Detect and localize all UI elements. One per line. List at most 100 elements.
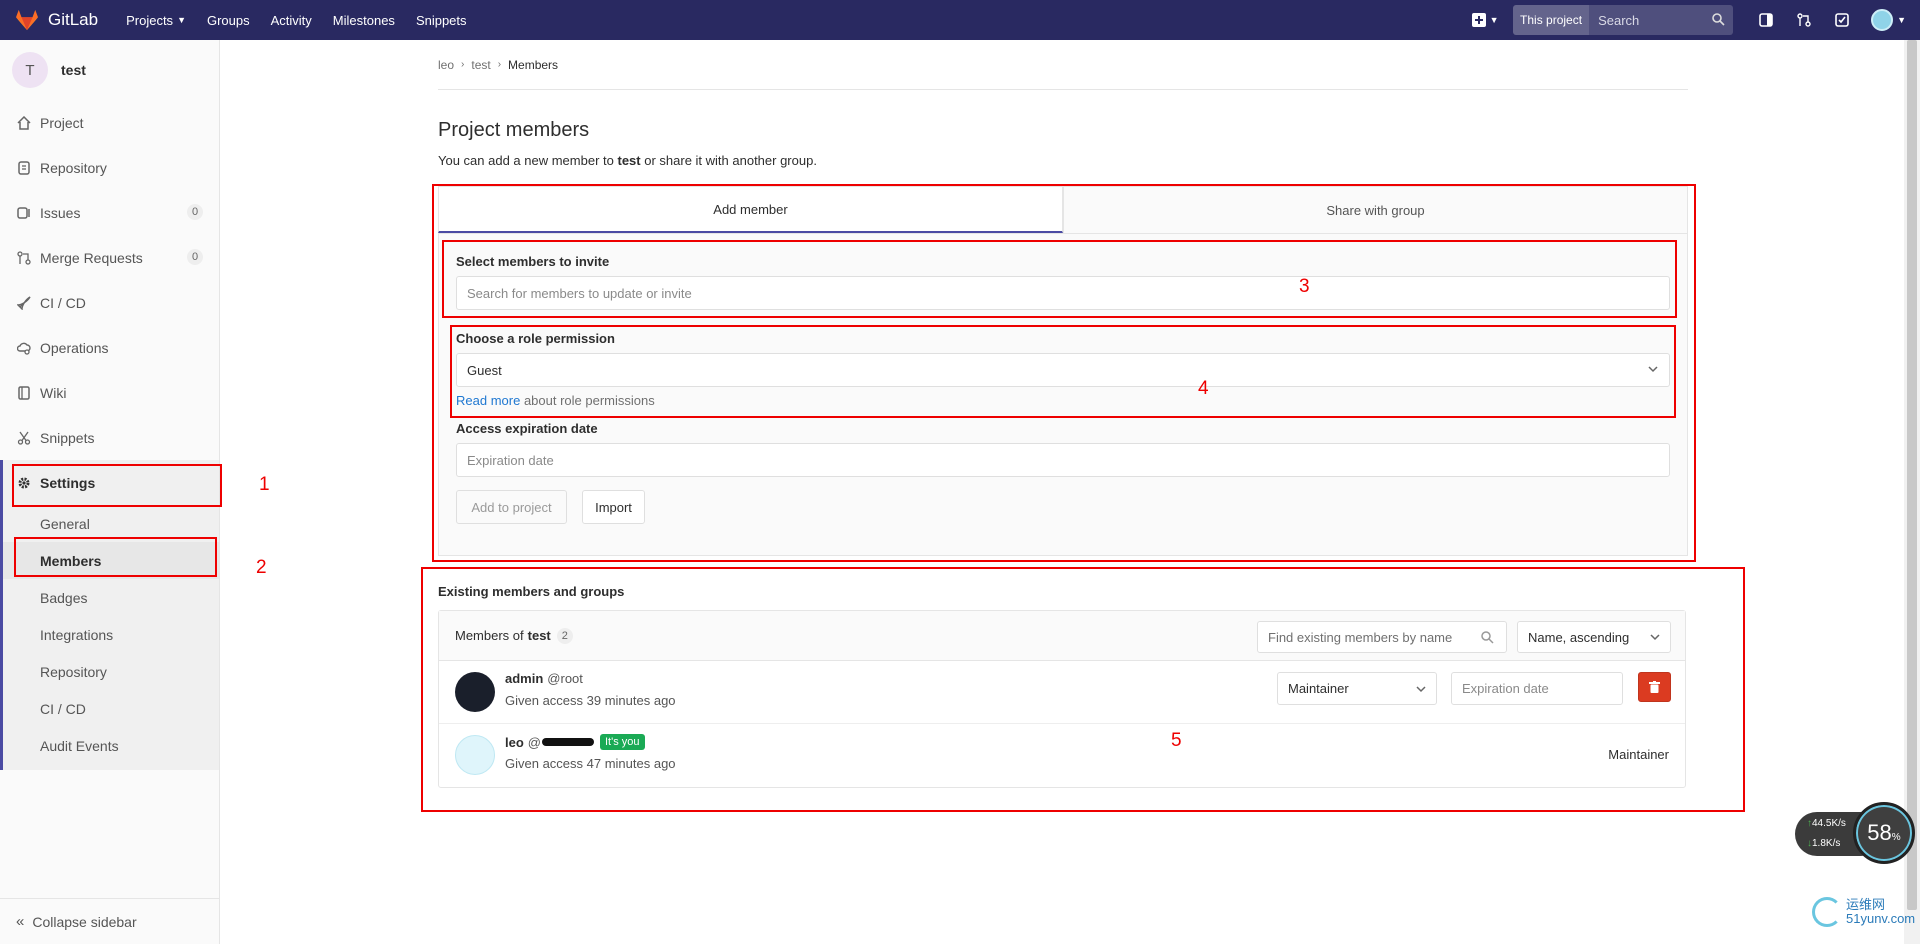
member-name: admin @root — [505, 671, 583, 686]
nav-projects-label: Projects — [126, 12, 174, 28]
book-icon — [16, 385, 32, 401]
issues-count-badge: 0 — [187, 204, 203, 220]
nav-projects[interactable]: Projects ▼ — [126, 13, 186, 28]
tab-add-member[interactable]: Add member — [438, 186, 1063, 233]
project-avatar: T — [12, 52, 48, 88]
member-row: leo @ It's you Given access 47 minutes a… — [439, 724, 1685, 787]
sidebar-item-snippets[interactable]: Snippets — [0, 415, 219, 460]
sidebar-item-settings[interactable]: Settings — [0, 460, 219, 505]
lead-project-name: test — [617, 153, 641, 168]
nav-groups[interactable]: Groups — [207, 13, 250, 28]
member-role-select[interactable]: Maintainer — [1277, 672, 1437, 705]
new-dropdown-button[interactable]: ▼ — [1467, 6, 1503, 34]
watermark-logo-icon — [1812, 897, 1842, 927]
member-display-name[interactable]: admin — [505, 671, 543, 686]
redaction-mark — [542, 738, 594, 746]
read-more-suffix: about role permissions — [523, 393, 655, 408]
nav-snippets[interactable]: Snippets — [416, 13, 467, 28]
main-content: leo › test › Members Project members You… — [438, 40, 1688, 788]
breadcrumb-test[interactable]: test — [471, 58, 490, 72]
collapse-sidebar-button[interactable]: « Collapse sidebar — [0, 898, 219, 944]
member-display-name[interactable]: leo — [505, 735, 524, 750]
subnav-members[interactable]: Members — [3, 542, 219, 579]
sidebar-item-label: Project — [40, 114, 84, 131]
member-expiration-input[interactable]: Expiration date — [1451, 672, 1623, 705]
member-role-value: Maintainer — [1288, 681, 1349, 696]
search-icon — [1712, 13, 1725, 26]
gitlab-home-link[interactable]: GitLab — [0, 0, 98, 40]
subnav-ci-cd[interactable]: CI / CD — [3, 690, 219, 727]
breadcrumb-leo[interactable]: leo — [438, 58, 454, 72]
merge-requests-icon[interactable] — [1792, 8, 1816, 32]
watermark-line1: 运维网 — [1846, 897, 1886, 912]
search-input[interactable]: Search — [1589, 5, 1733, 35]
sidebar-item-wiki[interactable]: Wiki — [0, 370, 219, 415]
memory-gauge[interactable]: 58% — [1853, 802, 1915, 864]
todos-icon[interactable] — [1830, 8, 1854, 32]
import-button[interactable]: Import — [582, 490, 645, 524]
find-members-input[interactable]: Find existing members by name — [1257, 621, 1507, 653]
member-access-time: Given access 39 minutes ago — [505, 693, 676, 708]
avatar[interactable] — [455, 672, 495, 712]
download-speed: ↓1.8K/s — [1807, 838, 1840, 849]
sidebar-item-merge-requests[interactable]: Merge Requests 0 — [0, 235, 219, 280]
page-lead: You can add a new member to test or shar… — [438, 153, 1688, 168]
subnav-audit-events[interactable]: Audit Events — [3, 727, 219, 764]
role-select[interactable]: Guest — [456, 353, 1670, 387]
download-unit: K/s — [1825, 838, 1841, 849]
annotation-number-1: 1 — [259, 474, 270, 495]
sidebar-item-issues[interactable]: Issues 0 — [0, 190, 219, 235]
existing-members-title: Existing members and groups — [438, 584, 625, 599]
sidebar-item-label: Snippets — [40, 429, 95, 446]
search-scope[interactable]: This project — [1513, 5, 1590, 35]
role-help: Read more about role permissions — [456, 393, 655, 408]
members-panel-header: Members of test 2 Find existing members … — [439, 611, 1685, 661]
lead-text: You can add a new member to — [438, 153, 614, 168]
sidebar-item-label: Repository — [40, 159, 107, 176]
brand-name: GitLab — [48, 10, 99, 29]
add-to-project-button[interactable]: Add to project — [456, 490, 567, 524]
subnav-repository[interactable]: Repository — [3, 653, 219, 690]
member-handle: @root — [547, 671, 583, 686]
tab-share-with-group[interactable]: Share with group — [1063, 186, 1688, 233]
nav-milestones[interactable]: Milestones — [333, 13, 395, 28]
invite-placeholder: Search for members to update or invite — [467, 285, 692, 301]
settings-subnav: General Members Badges Integrations Repo… — [0, 505, 219, 770]
page-scrollbar[interactable] — [1904, 40, 1920, 944]
annotation-number-3: 3 — [1299, 276, 1310, 297]
scrollbar-thumb[interactable] — [1907, 40, 1917, 910]
invite-members-input[interactable]: Search for members to update or invite — [456, 276, 1670, 310]
breadcrumb-members[interactable]: Members — [508, 58, 558, 72]
subnav-badges[interactable]: Badges — [3, 579, 219, 616]
remove-member-button[interactable] — [1638, 672, 1671, 702]
watermark: 运维网 51yunv.com — [1812, 897, 1915, 927]
sidebar-item-project[interactable]: Project — [0, 100, 219, 145]
chevron-down-icon: ▼ — [1897, 15, 1906, 25]
chevron-right-icon: › — [461, 59, 465, 70]
nav-activity[interactable]: Activity — [271, 13, 312, 28]
expiration-date-input[interactable]: Expiration date — [456, 443, 1670, 477]
sidebar-item-repository[interactable]: Repository — [0, 145, 219, 190]
member-expiration-placeholder: Expiration date — [1462, 681, 1549, 696]
member-tabs: Add member Share with group — [438, 186, 1688, 234]
avatar[interactable] — [455, 735, 495, 775]
subnav-general[interactable]: General — [3, 505, 219, 542]
sidebar-toggle-icon[interactable] — [1754, 8, 1778, 32]
members-count-badge: 2 — [556, 627, 573, 644]
upload-speed: ↑44.5K/s — [1807, 818, 1846, 829]
read-more-link[interactable]: Read more — [456, 393, 520, 408]
user-avatar-dropdown[interactable]: ▼ — [1871, 9, 1906, 31]
annotation-number-4: 4 — [1198, 378, 1209, 399]
sidebar-project-header[interactable]: T test — [0, 40, 219, 100]
sidebar-item-label: Wiki — [40, 384, 67, 401]
sidebar-item-ci-cd[interactable]: CI / CD — [0, 280, 219, 325]
search-box[interactable]: This project Search — [1513, 5, 1734, 35]
member-name: leo @ It's you — [505, 734, 645, 750]
members-of-project: test — [527, 628, 551, 643]
sidebar-item-operations[interactable]: Operations — [0, 325, 219, 370]
sidebar-item-label: Settings — [40, 474, 96, 491]
subnav-integrations[interactable]: Integrations — [3, 616, 219, 653]
sort-dropdown[interactable]: Name, ascending — [1517, 621, 1671, 653]
role-select-value: Guest — [467, 362, 502, 378]
watermark-line2: 51yunv.com — [1846, 911, 1916, 926]
